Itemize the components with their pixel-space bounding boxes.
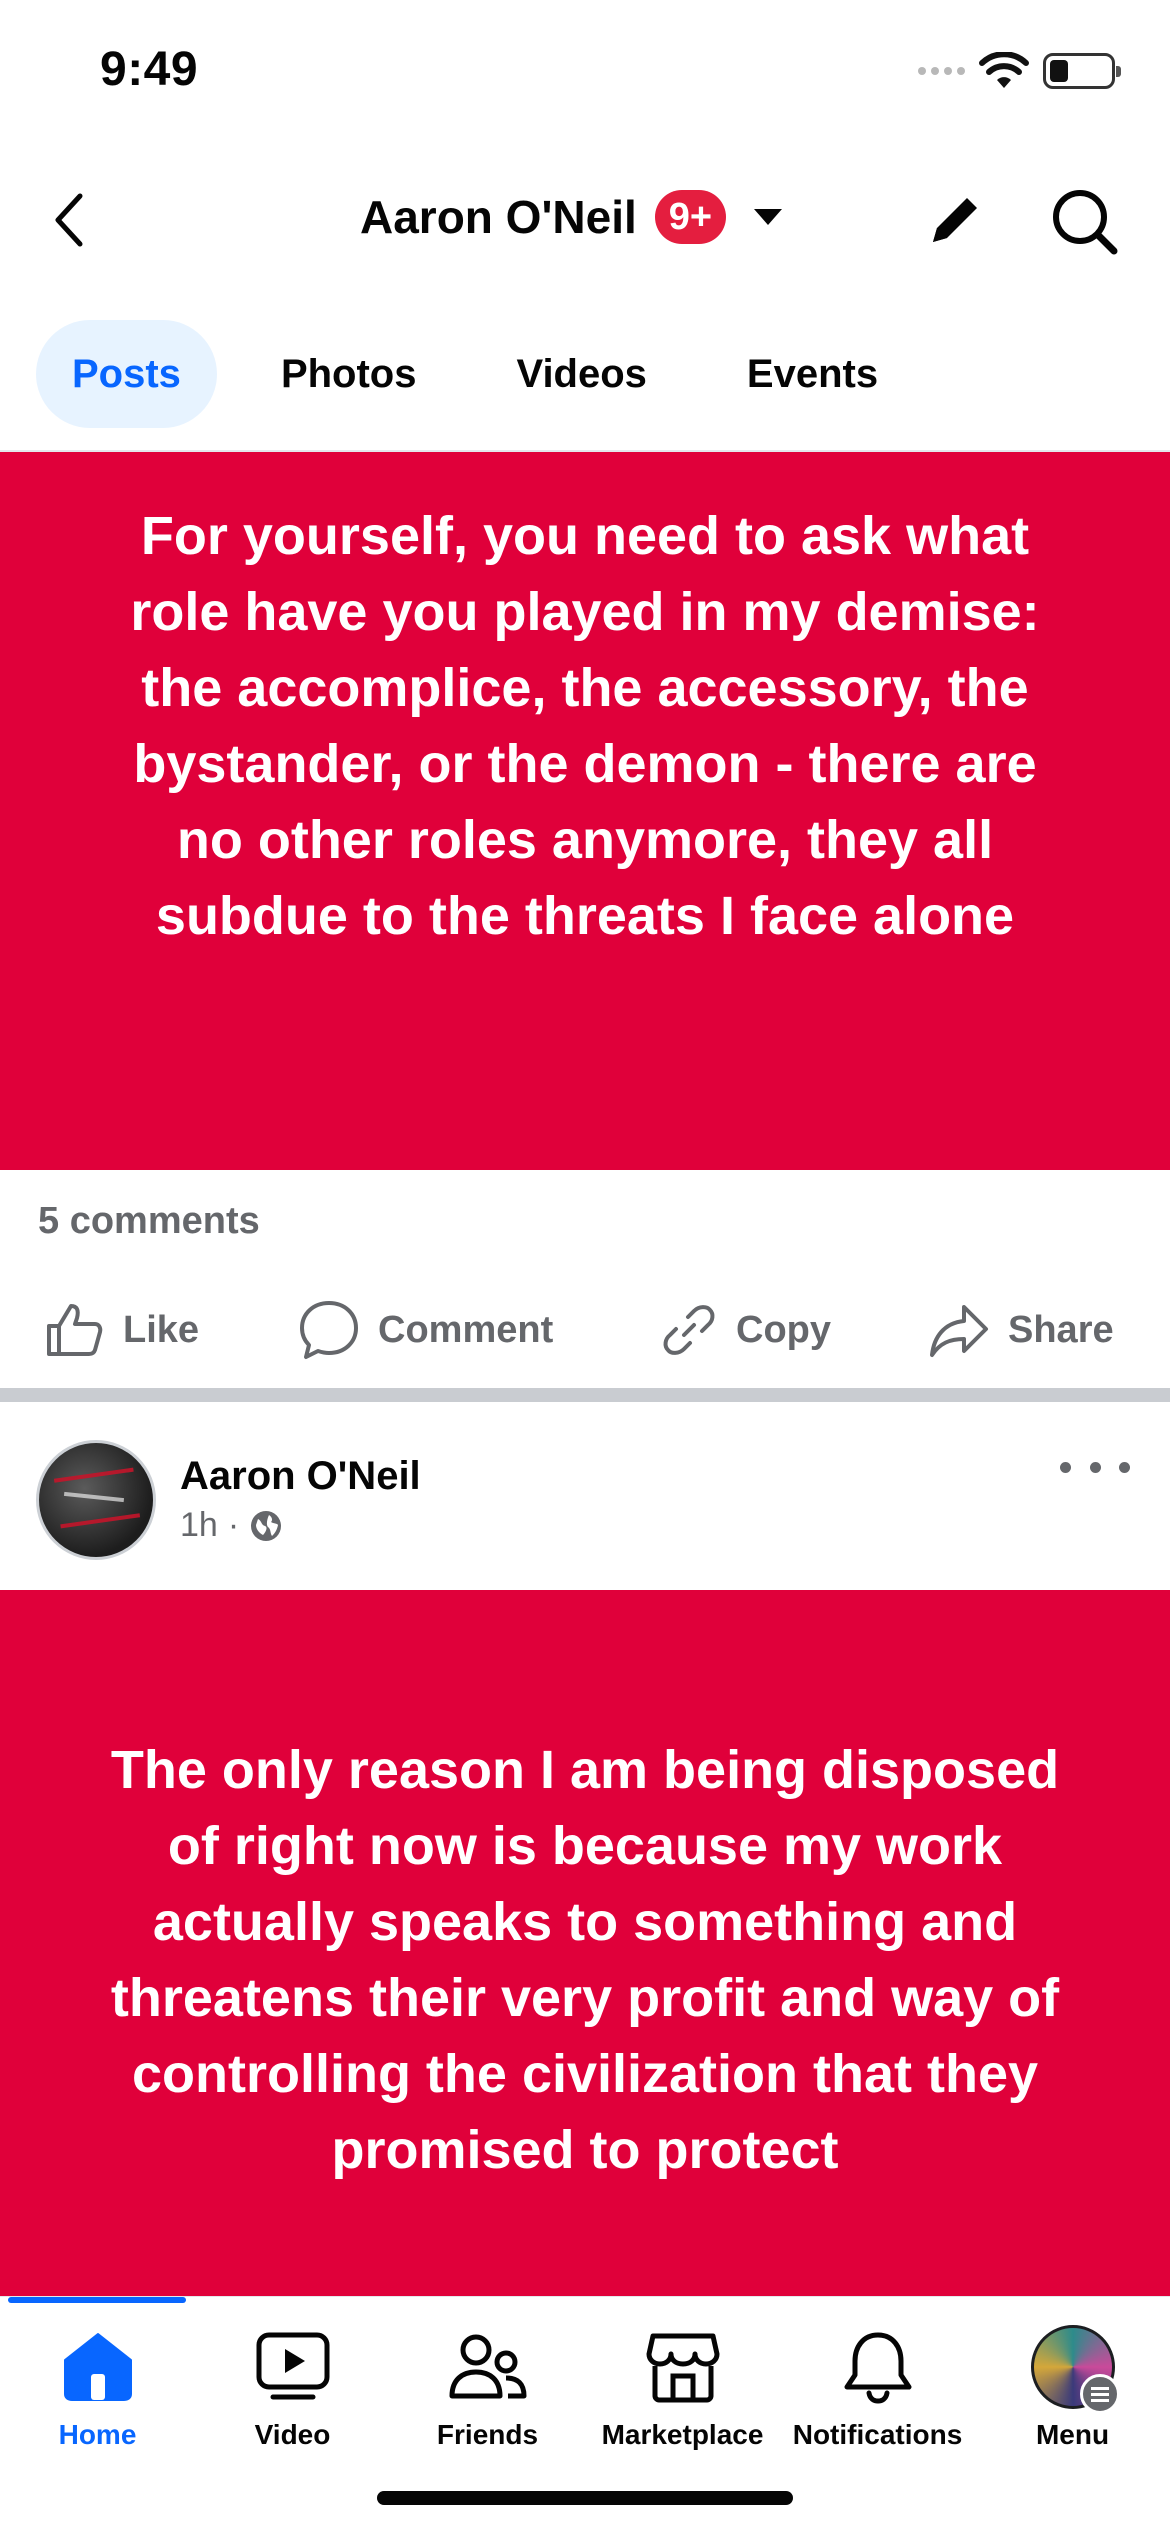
post-header: Aaron O'Neil 1h ·	[0, 1402, 1170, 1590]
battery-icon	[1043, 53, 1121, 89]
feed-separator	[0, 1388, 1170, 1402]
nav-marketplace[interactable]: Marketplace	[585, 2325, 780, 2465]
page-title: Aaron O'Neil	[360, 191, 637, 243]
back-button[interactable]	[40, 180, 100, 260]
nav-home-label: Home	[58, 2419, 137, 2450]
marketplace-icon	[646, 2333, 719, 2403]
bell-icon	[844, 2332, 911, 2404]
nav-notifications-label: Notifications	[792, 2419, 963, 2450]
search-button[interactable]	[1045, 182, 1125, 262]
profile-title-selector[interactable]: Aaron O'Neil 9+	[360, 190, 792, 244]
post-text-background[interactable]: For yourself, you need to ask what role …	[0, 452, 1170, 1170]
status-bar: 9:49	[0, 0, 1170, 150]
thumbs-up-icon	[47, 1304, 103, 1356]
tab-posts[interactable]: Posts	[36, 320, 217, 428]
active-tab-indicator	[8, 2297, 186, 2303]
friends-icon	[449, 2334, 526, 2399]
hamburger-icon	[1079, 2374, 1120, 2414]
bottom-navigation: Home Video Friends Marketplace Notificat…	[0, 2296, 1170, 2532]
profile-menu-icon	[1030, 2325, 1120, 2414]
copy-link-button[interactable]: Copy	[660, 1290, 831, 1370]
link-icon	[663, 1305, 715, 1355]
status-time: 9:49	[100, 43, 199, 96]
nav-menu-label: Menu	[1035, 2419, 1110, 2450]
nav-video[interactable]: Video	[195, 2325, 390, 2465]
nav-friends[interactable]: Friends	[390, 2325, 585, 2465]
caret-down-icon[interactable]	[744, 193, 792, 241]
post-options-button[interactable]	[1060, 1452, 1130, 1482]
cellular-signal-icon	[918, 67, 965, 75]
share-label: Share	[1008, 1308, 1114, 1351]
nav-marketplace-label: Marketplace	[601, 2419, 764, 2450]
pencil-icon	[933, 198, 977, 242]
post-author-name[interactable]: Aaron O'Neil	[180, 1454, 421, 1499]
video-icon	[256, 2332, 329, 2400]
nav-menu[interactable]: Menu	[975, 2325, 1170, 2465]
post-text-background[interactable]: The only reason I am being disposed of r…	[0, 1590, 1170, 2300]
post-action-bar: Like Comment Copy Share	[0, 1290, 1170, 1370]
comment-button[interactable]: Comment	[298, 1290, 553, 1370]
post-text: The only reason I am being disposed of r…	[110, 1740, 1060, 2180]
chevron-left-icon	[55, 193, 83, 247]
comment-label: Comment	[378, 1308, 554, 1351]
nav-video-label: Video	[254, 2419, 331, 2450]
status-icons	[918, 52, 1121, 90]
nav-home[interactable]: Home	[0, 2325, 195, 2465]
copy-label: Copy	[736, 1308, 831, 1351]
tab-photos[interactable]: Photos	[245, 320, 453, 428]
profile-tabs: Posts Photos Videos Events	[36, 320, 914, 428]
post-meta: 1h ·	[180, 1506, 283, 1545]
comments-count-link[interactable]: 5 comments	[38, 1200, 260, 1243]
author-avatar[interactable]	[36, 1440, 156, 1560]
notification-badge: 9+	[654, 190, 727, 244]
nav-notifications[interactable]: Notifications	[780, 2325, 975, 2465]
home-icon	[63, 2333, 132, 2401]
home-indicator	[377, 2491, 793, 2505]
nav-friends-label: Friends	[436, 2419, 539, 2450]
like-button[interactable]: Like	[45, 1290, 199, 1370]
like-label: Like	[123, 1308, 200, 1351]
meta-separator: ·	[227, 1506, 240, 1544]
share-button[interactable]: Share	[928, 1290, 1114, 1370]
post-time[interactable]: 1h	[180, 1506, 218, 1545]
globe-icon	[251, 1510, 282, 1541]
share-arrow-icon	[930, 1305, 988, 1357]
edit-button[interactable]	[920, 185, 990, 255]
tab-events[interactable]: Events	[711, 320, 914, 428]
wifi-icon	[979, 52, 1029, 88]
page-header: Aaron O'Neil 9+	[0, 160, 1170, 280]
search-icon	[1053, 190, 1118, 255]
comment-bubble-icon	[300, 1301, 358, 1359]
post-text: For yourself, you need to ask what role …	[130, 506, 1040, 946]
tab-videos[interactable]: Videos	[480, 320, 682, 428]
